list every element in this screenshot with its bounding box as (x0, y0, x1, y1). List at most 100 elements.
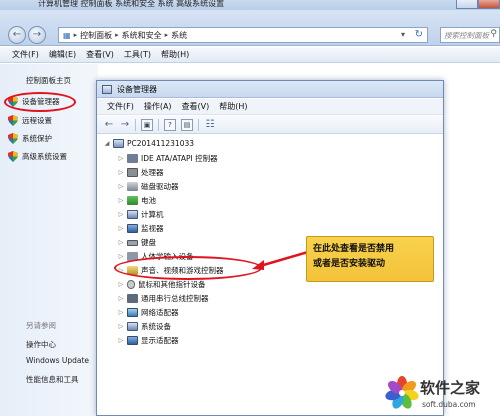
expand-triangle-icon[interactable]: ▷ (117, 197, 125, 204)
expand-triangle-icon[interactable]: ▷ (117, 253, 125, 260)
help-icon[interactable]: ▤ (181, 119, 193, 131)
device-manager-icon (102, 85, 112, 94)
ide-controller-icon (127, 154, 138, 163)
menu-view[interactable]: 查看(V) (86, 49, 114, 60)
callout-line-1: 在此处查看是否禁用 (313, 244, 395, 254)
tree-node-display[interactable]: ▷ 显示适配器 (117, 335, 179, 346)
dm-menu-help[interactable]: 帮助(H) (219, 101, 247, 112)
tree-node-keyboard[interactable]: ▷ 键盘 (117, 237, 156, 248)
tree-node-computer[interactable]: ▷ 计算机 (117, 209, 164, 220)
flower-logo-icon (385, 376, 419, 409)
address-bar[interactable]: ▦ ▸ 控制面板 ▸ 系统和安全 ▸ 系统 ▾ ↻ (58, 27, 428, 43)
see-also-performance[interactable]: 性能信息和工具 (26, 374, 79, 385)
forward-arrow-icon[interactable]: → (119, 119, 131, 131)
collapse-triangle-icon[interactable]: ◢ (103, 140, 111, 147)
tree-node-network[interactable]: ▷ 网络适配器 (117, 307, 179, 318)
device-manager-titlebar[interactable]: 设备管理器 (97, 81, 443, 98)
background-window-strip: 计算机管理 控制面板 系统和安全 系统 高级系统设置 (0, 0, 500, 10)
tree-node-processor[interactable]: ▷ 处理器 (117, 167, 164, 178)
tree-node-system[interactable]: ▷ 系统设备 (117, 321, 171, 332)
node-label: 计算机 (141, 210, 164, 219)
menu-help[interactable]: 帮助(H) (161, 49, 189, 60)
node-label: 键盘 (141, 238, 156, 247)
back-arrow-icon[interactable]: ← (103, 119, 115, 131)
menu-tools[interactable]: 工具(T) (124, 49, 151, 60)
breadcrumb-system-security[interactable]: 系统和安全 (122, 30, 162, 41)
background-close-button[interactable] (478, 0, 500, 9)
system-device-icon (127, 322, 138, 331)
expand-triangle-icon[interactable]: ▷ (117, 337, 125, 344)
menu-edit[interactable]: 编辑(E) (49, 49, 76, 60)
task-label: 高级系统设置 (22, 152, 67, 161)
properties-icon[interactable]: ? (164, 119, 176, 131)
expand-triangle-icon[interactable]: ▷ (117, 281, 125, 288)
tree-node-usb[interactable]: ▷ 通用串行总线控制器 (117, 293, 209, 304)
keyboard-icon (127, 239, 138, 246)
breadcrumb-control-panel[interactable]: 控制面板 (80, 30, 112, 41)
tree-node-monitor[interactable]: ▷ 监视器 (117, 223, 164, 234)
expand-triangle-icon[interactable]: ▷ (117, 225, 125, 232)
forward-button[interactable]: → (28, 26, 46, 44)
search-icon[interactable]: ⚲ (490, 29, 497, 39)
search-box[interactable]: ⚲ (440, 27, 500, 43)
expand-triangle-icon[interactable]: ▷ (117, 295, 125, 302)
expand-triangle-icon[interactable]: ▷ (117, 239, 125, 246)
menu-file[interactable]: 文件(F) (12, 49, 39, 60)
tree-node-ide[interactable]: ▷ IDE ATA/ATAPI 控制器 (117, 153, 218, 164)
explorer-menu-bar: 文件(F) 编辑(E) 查看(V) 工具(T) 帮助(H) (0, 47, 500, 63)
breadcrumb-separator-icon: ▸ (115, 31, 119, 39)
search-input[interactable] (444, 29, 490, 42)
breadcrumb-system[interactable]: 系统 (171, 30, 187, 41)
expand-triangle-icon[interactable]: ▷ (117, 155, 125, 162)
toolbar-separator (198, 119, 199, 131)
breadcrumb-separator-icon: ▸ (164, 31, 169, 39)
callout-arrow-icon (252, 250, 309, 270)
refresh-icon[interactable]: ↻ (415, 29, 423, 40)
node-label: 网络适配器 (141, 308, 179, 317)
background-maximize-button[interactable] (456, 0, 478, 9)
node-label: 显示适配器 (141, 336, 179, 345)
node-label: IDE ATA/ATAPI 控制器 (141, 154, 218, 163)
usb-icon (127, 294, 138, 303)
expand-triangle-icon[interactable]: ▷ (117, 183, 125, 190)
node-label: 系统设备 (141, 322, 171, 331)
node-label: 鼠标和其他指针设备 (138, 280, 206, 289)
folder-icon: ▦ (63, 30, 71, 40)
see-also-windows-update[interactable]: Windows Update (26, 356, 89, 365)
expand-triangle-icon[interactable]: ▷ (117, 323, 125, 330)
toolbar-separator (158, 119, 159, 131)
see-also-action-center[interactable]: 操作中心 (26, 339, 56, 350)
tree-node-battery[interactable]: ▷ 电池 (117, 195, 156, 206)
shield-icon (8, 115, 18, 126)
task-advanced-system-settings[interactable]: 高级系统设置 (8, 151, 67, 162)
tree-node-disk[interactable]: ▷ 磁盘驱动器 (117, 181, 179, 192)
tree-node-mouse[interactable]: ▷ 鼠标和其他指针设备 (117, 279, 206, 290)
dm-menu-file[interactable]: 文件(F) (107, 101, 134, 112)
forward-arrow-icon: → (32, 29, 42, 40)
task-remote-settings[interactable]: 远程设置 (8, 115, 52, 126)
back-button[interactable]: ← (8, 26, 26, 44)
task-label: 系统保护 (22, 134, 52, 143)
shield-icon (8, 151, 18, 162)
display-adapter-icon (127, 336, 138, 345)
task-system-protection[interactable]: 系统保护 (8, 133, 52, 144)
control-panel-home-link[interactable]: 控制面板主页 (26, 75, 71, 86)
processor-icon (127, 168, 138, 177)
console-tree-icon[interactable]: ▣ (141, 119, 153, 131)
watermark-domain: soft.duba.com (422, 400, 476, 409)
tree-root[interactable]: ◢ PC201411231033 (103, 139, 194, 148)
chevron-down-icon[interactable]: ▾ (401, 30, 405, 39)
scan-hardware-icon[interactable]: ☷ (204, 119, 216, 131)
dm-menu-action[interactable]: 操作(A) (144, 101, 172, 112)
dm-menu-view[interactable]: 查看(V) (182, 101, 210, 112)
expand-triangle-icon[interactable]: ▷ (117, 169, 125, 176)
instruction-callout: 在此处查看是否禁用 或者是否安装驱动 (306, 236, 434, 282)
back-arrow-icon: ← (12, 29, 22, 40)
root-label: PC201411231033 (127, 139, 195, 148)
expand-triangle-icon[interactable]: ▷ (117, 309, 125, 316)
callout-line-2: 或者是否安装驱动 (313, 259, 386, 269)
node-label: 磁盘驱动器 (141, 182, 179, 191)
expand-triangle-icon[interactable]: ▷ (117, 211, 125, 218)
shield-icon (8, 133, 18, 144)
breadcrumb-separator-icon: ▸ (73, 31, 78, 39)
